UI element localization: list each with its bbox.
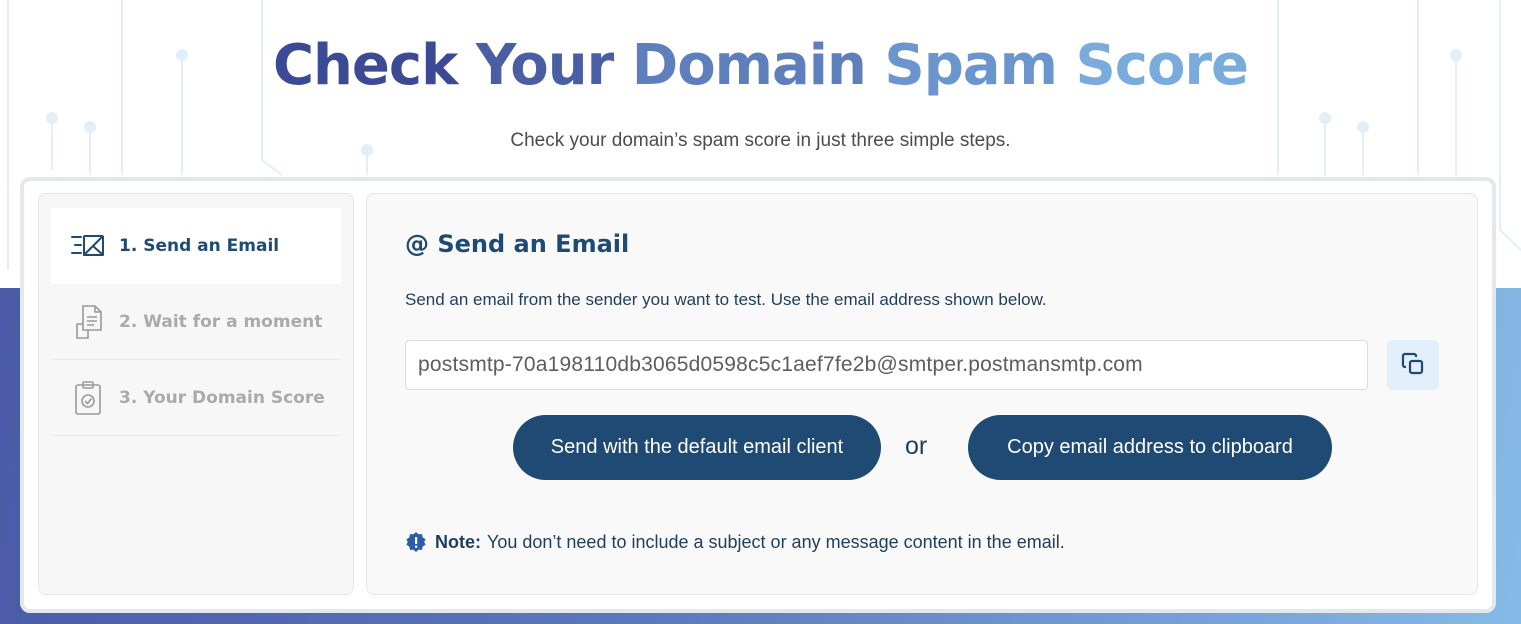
page-title: Check Your Domain Spam Score [0,28,1521,104]
title-word-5: Score [1075,33,1249,98]
test-email-address-field[interactable] [405,340,1368,390]
title-word-1: Check [272,33,458,98]
page-subtitle: Check your domain’s spam score in just t… [510,130,1011,151]
spam-checker-card: 1. Send an Email 2. Wait for a moment 3.… [20,177,1496,613]
title-word-3: Domain [631,33,867,98]
note: Note: You don’t need to include a subjec… [405,531,1065,553]
step-wait[interactable]: 2. Wait for a moment [51,284,341,360]
section-title: @ Send an Email [405,230,630,258]
step-domain-score[interactable]: 3. Your Domain Score [51,360,341,436]
clipboard-check-icon [71,380,105,416]
send-email-icon [71,228,105,264]
send-email-panel: @ Send an Email Send an email from the s… [366,193,1478,595]
title-word-4: Spam [884,33,1058,98]
section-description: Send an email from the sender you want t… [405,290,1047,309]
step-label-send-email: 1. Send an Email [119,236,280,256]
note-text: You don’t need to include a subject or a… [487,531,1065,552]
step-label-wait: 2. Wait for a moment [119,311,323,332]
copy-to-clipboard-button[interactable]: Copy email address to clipboard [968,415,1332,480]
copy-icon [1401,352,1425,379]
send-with-default-client-button[interactable]: Send with the default email client [513,415,881,480]
copy-address-icon-button[interactable] [1387,340,1439,390]
steps-sidebar: 1. Send an Email 2. Wait for a moment 3.… [38,193,354,595]
title-word-2: Your [475,33,614,98]
step-label-domain-score: 3. Your Domain Score [119,387,325,408]
step-send-email[interactable]: 1. Send an Email [51,208,341,284]
documents-icon [71,304,105,340]
note-label: Note: [435,531,481,552]
or-separator: or [905,432,928,460]
exclamation-badge-icon [405,531,427,553]
